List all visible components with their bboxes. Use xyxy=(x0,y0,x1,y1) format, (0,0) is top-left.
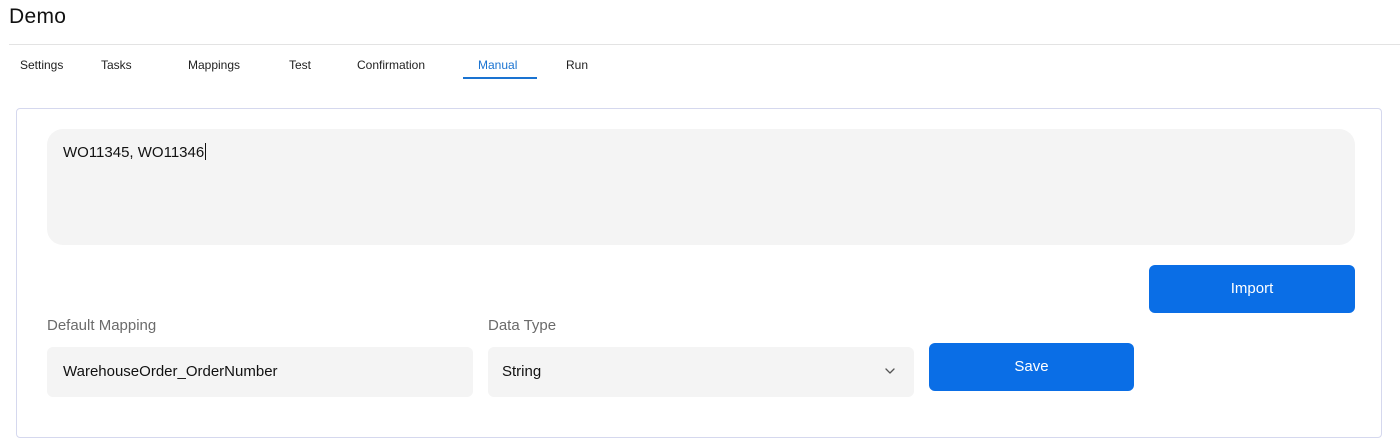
tab-settings[interactable]: Settings xyxy=(20,58,63,72)
tab-confirmation[interactable]: Confirmation xyxy=(357,58,425,72)
text-caret xyxy=(205,143,207,160)
tab-run[interactable]: Run xyxy=(566,58,588,72)
save-button[interactable]: Save xyxy=(929,343,1134,391)
app-title: Demo xyxy=(9,5,67,28)
default-mapping-value: WarehouseOrder_OrderNumber xyxy=(63,363,278,380)
manual-panel: WO11345, WO11346 Import Default Mapping … xyxy=(16,108,1382,438)
default-mapping-input[interactable]: WarehouseOrder_OrderNumber xyxy=(47,347,473,397)
manual-input-value: WO11345, WO11346 xyxy=(63,144,205,161)
tab-tasks[interactable]: Tasks xyxy=(101,58,132,72)
manual-input-textarea[interactable]: WO11345, WO11346 xyxy=(47,129,1355,245)
tab-manual[interactable]: Manual xyxy=(478,58,517,72)
import-button[interactable]: Import xyxy=(1149,265,1355,313)
page: Demo Settings Tasks Mappings Test Confir… xyxy=(0,0,1400,447)
title-divider xyxy=(9,44,1400,45)
tab-bar: Settings Tasks Mappings Test Confirmatio… xyxy=(0,50,700,80)
default-mapping-label: Default Mapping xyxy=(47,317,157,334)
active-tab-indicator xyxy=(463,77,537,79)
data-type-label: Data Type xyxy=(488,317,557,334)
tab-test[interactable]: Test xyxy=(289,58,311,72)
tab-mappings[interactable]: Mappings xyxy=(188,58,240,72)
data-type-value: String xyxy=(502,363,542,380)
chevron-down-icon xyxy=(885,368,895,374)
data-type-select[interactable]: String xyxy=(488,347,914,397)
